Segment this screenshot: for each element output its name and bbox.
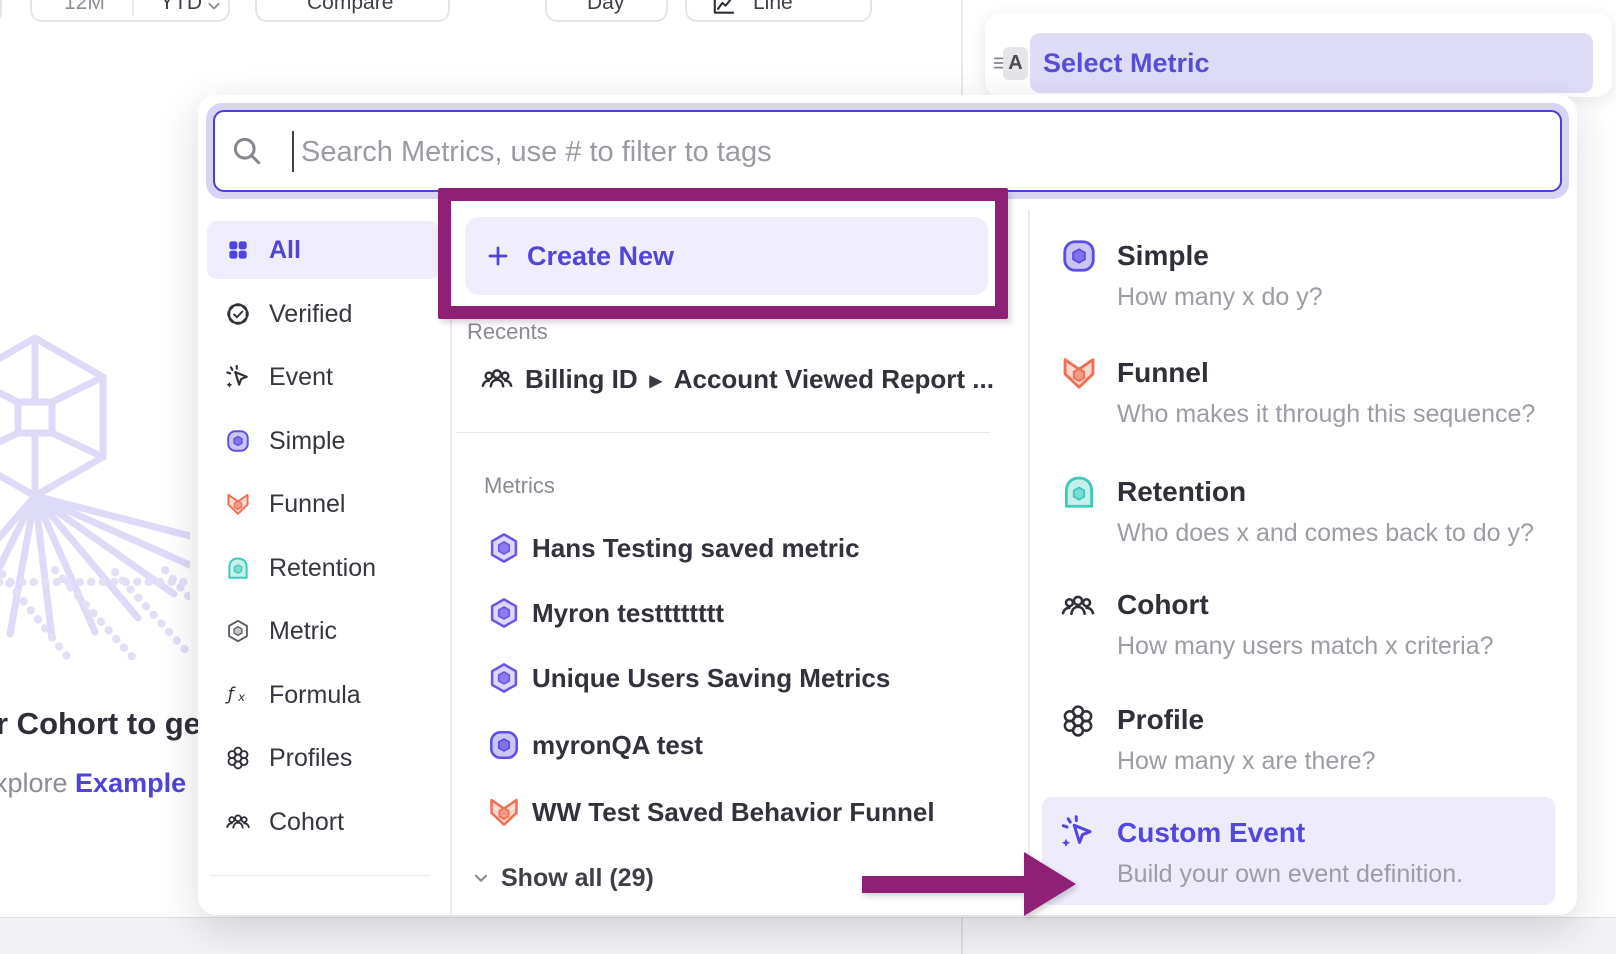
verified-badge-icon bbox=[225, 301, 251, 327]
search-icon bbox=[230, 134, 264, 168]
recents-section-label: Recents bbox=[467, 319, 548, 345]
profiles-cluster-icon bbox=[1060, 703, 1096, 739]
retention-icon bbox=[1060, 473, 1098, 511]
sidebar-item-all[interactable]: All bbox=[207, 221, 439, 279]
sidebar-item-simple[interactable]: Simple bbox=[207, 412, 439, 470]
chevron-down-icon[interactable] bbox=[204, 0, 224, 16]
sidebar-section-divider bbox=[210, 875, 430, 876]
empty-state-headline: r Cohort to ge bbox=[0, 706, 201, 742]
line-chart-icon bbox=[711, 0, 737, 17]
grid-icon bbox=[225, 237, 251, 263]
empty-state-subtext: xplore Example bbox=[0, 768, 186, 799]
date-range-segmented-control: 12M YTD bbox=[30, 0, 230, 22]
sidebar-item-event[interactable]: Event bbox=[207, 348, 439, 406]
series-a-badge: A bbox=[1003, 47, 1028, 80]
cohort-people-icon bbox=[480, 362, 514, 396]
cohort-people-icon bbox=[225, 809, 251, 835]
sidebar-item-partial[interactable] bbox=[207, 905, 439, 915]
plus-icon bbox=[485, 243, 511, 269]
sidebar-item-metric[interactable]: Metric bbox=[207, 602, 439, 660]
sidebar-item-profiles[interactable]: Profiles bbox=[207, 729, 439, 787]
text-caret bbox=[292, 131, 294, 172]
sidebar-item-funnel[interactable]: Funnel bbox=[207, 475, 439, 533]
range-ytd-button[interactable]: YTD bbox=[160, 0, 202, 15]
select-metric-label: Select Metric bbox=[1030, 33, 1593, 93]
custom-event-spark-cursor-icon bbox=[1060, 814, 1096, 850]
cohort-people-icon bbox=[1060, 588, 1096, 624]
select-metric-button[interactable]: Select Metric bbox=[1030, 33, 1593, 93]
sidebar-item-formula[interactable]: ƒx Formula bbox=[207, 666, 439, 724]
column-divider bbox=[1028, 210, 1030, 915]
breadcrumb-arrow-icon bbox=[638, 364, 674, 394]
event-cursor-icon bbox=[225, 364, 251, 390]
granularity-day-button[interactable]: Day bbox=[545, 0, 668, 22]
formula-fx-icon: ƒx bbox=[225, 682, 251, 708]
recents-divider bbox=[456, 432, 990, 433]
funnel-icon bbox=[225, 491, 251, 517]
simple-metric-icon bbox=[225, 428, 251, 454]
svg-text:ƒ: ƒ bbox=[225, 685, 237, 705]
explore-text: xplore bbox=[0, 768, 75, 798]
metric-picker-modal: All Verified Event Simple Funnel Retenti… bbox=[198, 95, 1577, 915]
chart-type-line-button[interactable]: Line bbox=[685, 0, 872, 22]
funnel-icon bbox=[1060, 354, 1098, 392]
saved-metric-hexagon-icon bbox=[487, 596, 521, 630]
sidebar-item-verified[interactable]: Verified bbox=[207, 285, 439, 343]
create-new-button[interactable]: Create New bbox=[465, 217, 988, 295]
metric-hexagon-icon bbox=[225, 618, 251, 644]
pane-divider-bottom bbox=[961, 917, 963, 954]
wireframe-illustration bbox=[0, 330, 190, 660]
funnel-icon bbox=[487, 795, 521, 829]
chevron-down-icon bbox=[470, 867, 492, 889]
sidebar-divider bbox=[450, 210, 452, 915]
pane-divider-top bbox=[961, 0, 963, 95]
svg-text:x: x bbox=[237, 690, 246, 704]
simple-metric-icon bbox=[1060, 237, 1098, 275]
app-root: 12M YTD Compare Day Line r Cohort to ge … bbox=[0, 0, 1616, 954]
sidebar-item-retention[interactable]: Retention bbox=[207, 539, 439, 597]
search-ring bbox=[206, 103, 1569, 199]
simple-metric-icon bbox=[487, 728, 521, 762]
range-12m-button[interactable]: 12M bbox=[64, 0, 105, 15]
saved-metric-hexagon-icon bbox=[487, 661, 521, 695]
retention-icon bbox=[225, 555, 251, 581]
metrics-section-label: Metrics bbox=[484, 473, 555, 499]
saved-metric-hexagon-icon bbox=[487, 531, 521, 565]
toolbar-button-fragment bbox=[0, 0, 2, 22]
example-link[interactable]: Example bbox=[75, 768, 186, 798]
profiles-cluster-icon bbox=[225, 745, 251, 771]
metric-search-input[interactable] bbox=[299, 112, 1533, 192]
compare-button[interactable]: Compare bbox=[255, 0, 450, 22]
metric-query-card: A Select Metric bbox=[985, 13, 1612, 97]
page-bottom-strip bbox=[0, 917, 1616, 954]
segment-divider bbox=[132, 0, 134, 16]
sidebar-item-cohort[interactable]: Cohort bbox=[207, 793, 439, 851]
search-box bbox=[213, 110, 1562, 192]
